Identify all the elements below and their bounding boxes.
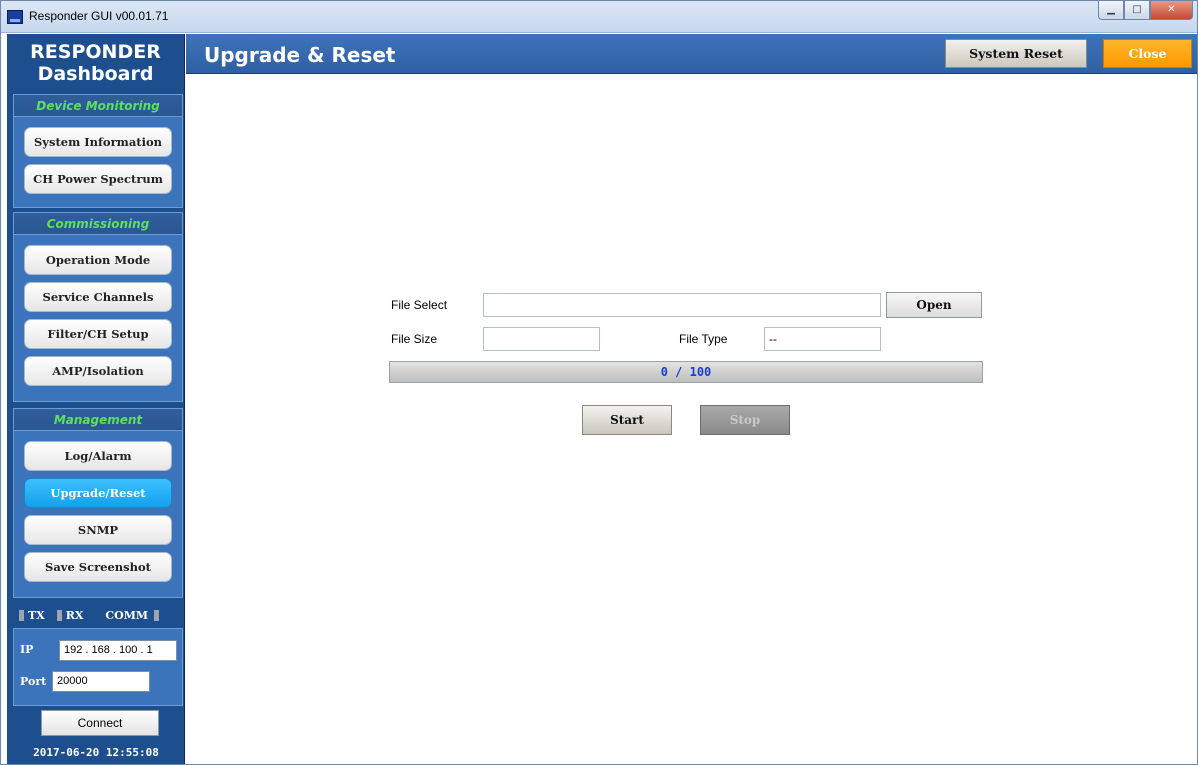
- sidebar-item-amp-isolation[interactable]: AMP/Isolation: [24, 356, 172, 386]
- section-management: Management Log/Alarm Upgrade/Reset SNMP …: [13, 408, 183, 598]
- minimize-button[interactable]: ▁: [1098, 1, 1124, 20]
- brand: RESPONDER Dashboard: [7, 34, 184, 85]
- connect-button[interactable]: Connect: [41, 710, 159, 736]
- port-input[interactable]: 20000: [52, 671, 150, 692]
- section-title: Management: [14, 409, 182, 431]
- comm-led-icon: [154, 609, 160, 621]
- rx-label: RX: [65, 608, 84, 622]
- window-controls: ▁ □ ✕: [1098, 1, 1193, 20]
- sidebar-item-filter-ch-setup[interactable]: Filter/CH Setup: [24, 319, 172, 349]
- file-size-field: [483, 327, 600, 351]
- section-title: Commissioning: [14, 213, 182, 235]
- progress-text: 0 / 100: [660, 365, 712, 379]
- stop-button: Stop: [700, 405, 790, 435]
- file-select-label: File Select: [391, 298, 448, 312]
- rx-led-icon: [56, 609, 62, 621]
- app-window: Responder GUI v00.01.71 ▁ □ ✕ RESPONDER …: [0, 0, 1198, 765]
- tx-led-icon: [19, 609, 24, 621]
- current-datetime: 2017-06-20 12:55:08: [33, 746, 159, 759]
- sidebar-item-log-alarm[interactable]: Log/Alarm: [24, 441, 172, 471]
- ip-label: IP: [20, 643, 34, 656]
- section-commissioning: Commissioning Operation Mode Service Cha…: [13, 212, 183, 402]
- file-type-label: File Type: [679, 332, 728, 346]
- sidebar-item-save-screenshot[interactable]: Save Screenshot: [24, 552, 172, 582]
- sidebar: RESPONDER Dashboard Device Monitoring Sy…: [7, 34, 185, 764]
- window-title: Responder GUI v00.01.71: [29, 9, 169, 23]
- sidebar-item-upgrade-reset[interactable]: Upgrade/Reset: [24, 478, 172, 508]
- close-button[interactable]: Close: [1103, 39, 1192, 68]
- file-size-label: File Size: [391, 332, 438, 346]
- page-title: Upgrade & Reset: [204, 43, 396, 67]
- tx-label: TX: [28, 608, 45, 622]
- section-title: Device Monitoring: [14, 95, 182, 117]
- minimize-icon: ▁: [1107, 4, 1115, 15]
- maximize-button[interactable]: □: [1124, 1, 1150, 20]
- file-select-field[interactable]: [483, 293, 881, 317]
- connection-panel: IP 192 . 168 . 100 . 1 Port 20000: [13, 628, 183, 706]
- start-button[interactable]: Start: [582, 405, 672, 435]
- port-label: Port: [20, 675, 47, 688]
- window-close-button[interactable]: ✕: [1150, 1, 1193, 20]
- title-bar: Responder GUI v00.01.71 ▁ □ ✕: [1, 1, 1197, 33]
- open-button[interactable]: Open: [886, 292, 982, 318]
- sidebar-item-system-information[interactable]: System Information: [24, 127, 172, 157]
- file-type-field: --: [764, 327, 881, 351]
- maximize-icon: □: [1132, 4, 1142, 15]
- page-header: Upgrade & Reset System Reset Close: [186, 34, 1197, 74]
- sidebar-item-ch-power-spectrum[interactable]: CH Power Spectrum: [24, 164, 172, 194]
- close-icon: ✕: [1167, 4, 1176, 15]
- sidebar-item-operation-mode[interactable]: Operation Mode: [24, 245, 172, 275]
- brand-subtitle: Dashboard: [37, 63, 154, 85]
- ip-address-input[interactable]: 192 . 168 . 100 . 1: [59, 640, 177, 661]
- sidebar-item-snmp[interactable]: SNMP: [24, 515, 172, 545]
- sidebar-item-service-channels[interactable]: Service Channels: [24, 282, 172, 312]
- brand-title: RESPONDER: [30, 41, 161, 63]
- status-indicators: TX RX COMM: [13, 604, 183, 626]
- upgrade-progress-bar: 0 / 100: [389, 361, 983, 383]
- app-icon: [7, 10, 23, 24]
- system-reset-button[interactable]: System Reset: [945, 39, 1087, 68]
- section-device-monitoring: Device Monitoring System Information CH …: [13, 94, 183, 208]
- comm-label: COMM: [105, 608, 149, 622]
